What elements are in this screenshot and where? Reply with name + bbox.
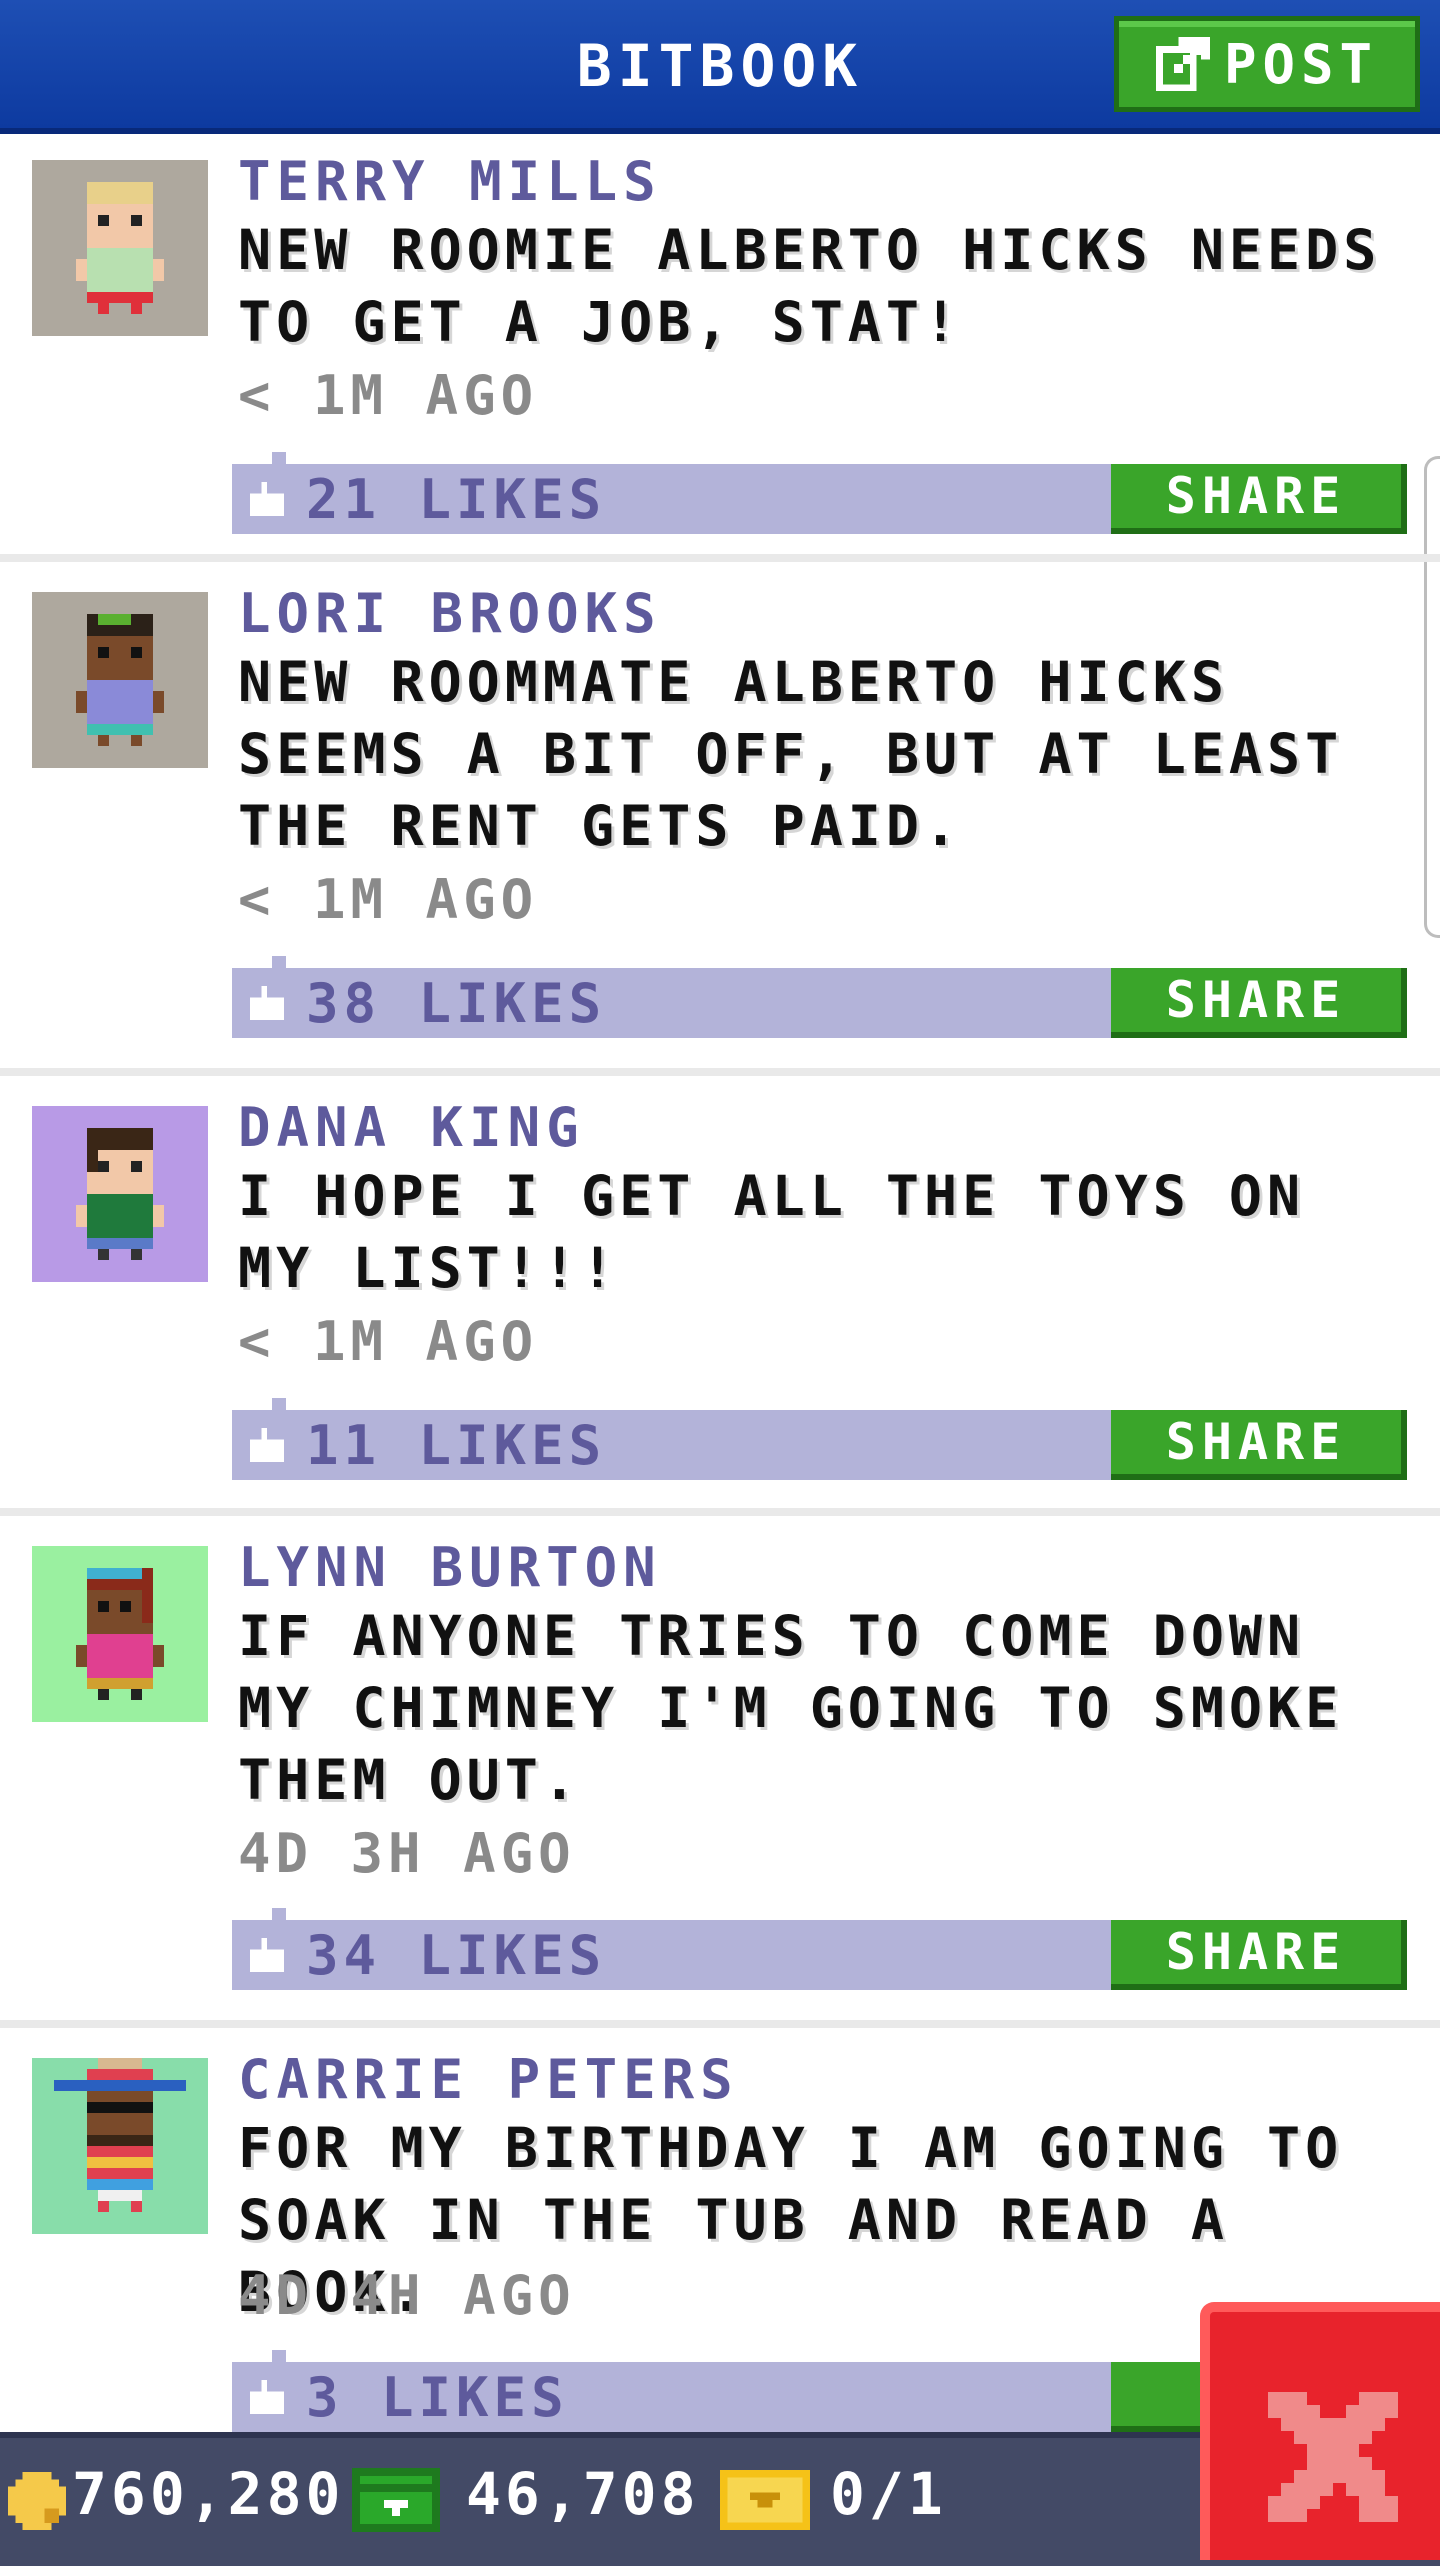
close-button[interactable] xyxy=(1200,2302,1440,2560)
post-time: < 1M AGO xyxy=(238,364,539,427)
like-bar[interactable]: 38 LIKES SHARE xyxy=(232,956,1407,1038)
avatar[interactable] xyxy=(32,2058,208,2234)
like-bar-notch xyxy=(272,1908,286,1920)
feed-post: DANA KING I HOPE I GET ALL THE TOYS ON M… xyxy=(0,1076,1440,1516)
thumb-up-icon xyxy=(250,2380,284,2414)
like-count: 38 LIKES xyxy=(306,972,607,1035)
thumb-up-icon xyxy=(250,986,284,1020)
post-text: IF ANYONE TRIES TO COME DOWN MY CHIMNEY … xyxy=(238,1604,1344,1812)
share-button[interactable]: SHARE xyxy=(1111,1920,1407,1990)
feed-post: LYNN BURTON IF ANYONE TRIES TO COME DOWN… xyxy=(0,1516,1440,2028)
share-button[interactable]: SHARE xyxy=(1111,1410,1407,1480)
like-bar[interactable]: 11 LIKES SHARE xyxy=(232,1398,1407,1480)
feed-post: TERRY MILLS NEW ROOMIE ALBERTO HICKS NEE… xyxy=(0,134,1440,562)
post-text: NEW ROOMMATE ALBERTO HICKS SEEMS A BIT O… xyxy=(238,650,1344,858)
post-author[interactable]: DANA KING xyxy=(238,1096,585,1159)
thumb-up-icon xyxy=(250,1428,284,1462)
post-time: < 1M AGO xyxy=(238,868,539,931)
share-button[interactable]: SHARE xyxy=(1111,968,1407,1038)
like-count: 11 LIKES xyxy=(306,1414,607,1477)
share-button[interactable]: SHARE xyxy=(1111,464,1407,534)
post-time: 4D 3H AGO xyxy=(238,1822,576,1885)
like-bar-notch xyxy=(272,2350,286,2362)
bux-icon xyxy=(352,2468,440,2532)
post-author[interactable]: LYNN BURTON xyxy=(238,1536,662,1599)
avatar[interactable] xyxy=(32,1546,208,1722)
like-count: 3 LIKES xyxy=(306,2366,569,2429)
tickets-value: 0/1 xyxy=(830,2460,947,2528)
thumb-up-icon xyxy=(250,482,284,516)
post-author[interactable]: CARRIE PETERS xyxy=(238,2048,739,2111)
close-icon xyxy=(1268,2392,1398,2522)
coin-icon xyxy=(8,2472,66,2530)
avatar[interactable] xyxy=(32,160,208,336)
like-bar-notch xyxy=(272,452,286,464)
avatar[interactable] xyxy=(32,1106,208,1282)
post-author[interactable]: LORI BROOKS xyxy=(238,582,662,645)
feed-post: LORI BROOKS NEW ROOMMATE ALBERTO HICKS S… xyxy=(0,562,1440,1076)
post-edit-icon xyxy=(1155,37,1210,91)
thumb-up-icon xyxy=(250,1938,284,1972)
post-text: NEW ROOMIE ALBERTO HICKS NEEDS TO GET A … xyxy=(238,218,1382,354)
post-button-label: POST xyxy=(1223,32,1379,96)
post-author[interactable]: TERRY MILLS xyxy=(238,150,662,213)
like-bar-notch xyxy=(272,956,286,968)
like-bar-notch xyxy=(272,1398,286,1410)
post-time: 4D 4H AGO xyxy=(238,2264,576,2327)
post-button[interactable]: POST xyxy=(1114,16,1420,112)
bux-value: 46,708 xyxy=(466,2460,700,2528)
avatar[interactable] xyxy=(32,592,208,768)
ticket-icon xyxy=(720,2470,810,2530)
coins-value: 760,280 xyxy=(72,2460,345,2528)
like-count: 34 LIKES xyxy=(306,1924,607,1987)
post-time: < 1M AGO xyxy=(238,1310,539,1373)
post-text: I HOPE I GET ALL THE TOYS ON MY LIST!!! xyxy=(238,1164,1306,1300)
app-header: BITBOOK POST xyxy=(0,0,1440,134)
like-count: 21 LIKES xyxy=(306,468,607,531)
like-bar[interactable]: 21 LIKES SHARE xyxy=(232,452,1407,534)
like-bar[interactable]: 34 LIKES SHARE xyxy=(232,1908,1407,1990)
